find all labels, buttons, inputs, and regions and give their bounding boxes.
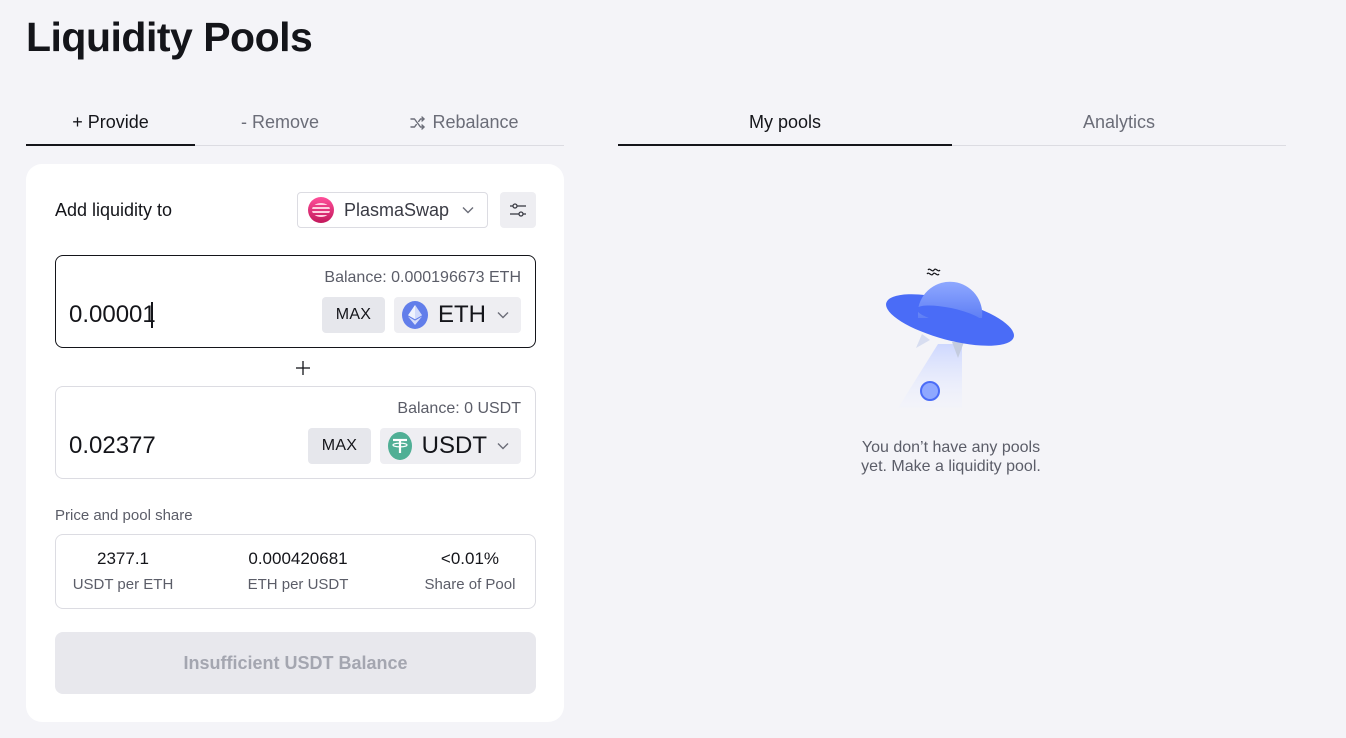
token-a-select[interactable]: ETH — [394, 297, 521, 333]
token-b-amount-input[interactable] — [69, 431, 269, 461]
provide-tabs: + Provide - Remove Rebalance — [26, 100, 564, 146]
token-b-symbol: USDT — [421, 432, 487, 459]
text-caret — [151, 302, 153, 328]
submit-button[interactable]: Insufficient USDT Balance — [55, 632, 536, 694]
stat-eth-per-usdt: 0.000420681 ETH per USDT — [228, 549, 368, 593]
token-a-box: Balance: 0.000196673 ETH MAX ETH — [55, 255, 536, 348]
token-a-amount-input[interactable] — [69, 300, 269, 330]
empty-state-line1: You don’t have any pools — [861, 439, 1041, 456]
sliders-icon — [510, 203, 526, 217]
token-b-box: Balance: 0 USDT MAX USDT — [55, 386, 536, 479]
stat-value: <0.01% — [440, 549, 500, 568]
plasmaswap-logo — [308, 197, 334, 223]
dex-name: PlasmaSwap — [344, 199, 450, 220]
plus-icon — [296, 361, 310, 375]
shuffle-icon — [410, 115, 426, 130]
empty-state-message: You don’t have any pools yet. Make a liq… — [838, 438, 1064, 476]
stat-share-of-pool: <0.01% Share of Pool — [406, 549, 534, 593]
ufo-illustration — [886, 268, 1014, 408]
stat-usdt-per-eth: 2377.1 USDT per ETH — [56, 549, 190, 593]
price-share-box: 2377.1 USDT per ETH 0.000420681 ETH per … — [55, 534, 536, 609]
price-share-label: Price and pool share — [55, 507, 193, 524]
tab-provide[interactable]: + Provide — [26, 100, 195, 146]
token-a-max-button[interactable]: MAX — [322, 297, 385, 333]
tab-remove[interactable]: - Remove — [195, 100, 365, 145]
token-b-max-button[interactable]: MAX — [308, 428, 371, 464]
add-liquidity-label: Add liquidity to — [55, 199, 173, 220]
token-b-balance: Balance: 0 USDT — [397, 400, 521, 417]
usdt-icon — [388, 432, 412, 460]
tab-rebalance-label: Rebalance — [432, 112, 519, 132]
chevron-down-icon — [496, 308, 509, 322]
token-a-balance: Balance: 0.000196673 ETH — [324, 269, 521, 286]
provide-liquidity-card: Add liquidity to PlasmaSwap Balance: 0.0… — [26, 164, 564, 722]
stat-label: Share of Pool — [424, 576, 516, 593]
chevron-down-icon — [461, 203, 475, 217]
tab-analytics[interactable]: Analytics — [952, 100, 1286, 145]
tab-rebalance[interactable]: Rebalance — [365, 100, 564, 145]
dex-select[interactable]: PlasmaSwap — [297, 192, 488, 228]
page-title: Liquidity Pools — [26, 14, 313, 60]
eth-icon — [402, 301, 428, 329]
empty-state-line2: yet. Make a liquidity pool. — [861, 458, 1041, 475]
token-b-select[interactable]: USDT — [380, 428, 521, 464]
stat-label: ETH per USDT — [247, 576, 349, 593]
stat-value: 0.000420681 — [248, 549, 348, 568]
tab-my-pools[interactable]: My pools — [618, 100, 952, 146]
settings-button[interactable] — [500, 192, 536, 228]
stat-label: USDT per ETH — [72, 576, 174, 593]
pools-tabs: My pools Analytics — [618, 100, 1286, 146]
token-a-symbol: ETH — [438, 301, 486, 328]
stat-value: 2377.1 — [97, 549, 149, 568]
chevron-down-icon — [497, 439, 509, 453]
card-header: Add liquidity to PlasmaSwap — [55, 192, 536, 228]
